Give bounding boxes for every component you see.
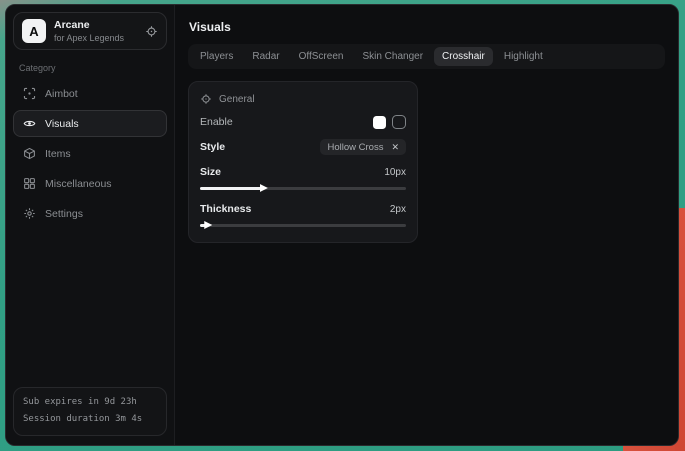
page-title: Visuals — [189, 20, 665, 34]
enable-row: Enable — [200, 115, 406, 129]
size-setting: Size 10px — [200, 166, 406, 192]
profile-text: Arcane for Apex Legends — [54, 19, 137, 43]
sidebar-item-label: Settings — [45, 208, 83, 220]
sidebar-item-aimbot[interactable]: Aimbot — [13, 80, 167, 107]
sidebar-item-label: Aimbot — [45, 88, 78, 100]
size-label: Size — [200, 166, 221, 178]
style-label: Style — [200, 141, 225, 153]
sidebar: A Arcane for Apex Legends Category — [6, 5, 175, 445]
sub-expires-text: Sub expires in 9d 23h — [23, 394, 157, 412]
sidebar-item-miscellaneous[interactable]: Miscellaneous — [13, 170, 167, 197]
thickness-setting: Thickness 2px — [200, 203, 406, 229]
thickness-value: 2px — [390, 204, 406, 215]
slider-handle[interactable] — [260, 184, 268, 192]
tab-skin-changer[interactable]: Skin Changer — [354, 47, 431, 66]
size-slider[interactable] — [200, 184, 406, 192]
panel-header: General — [200, 93, 406, 105]
crosshair-icon — [200, 93, 212, 105]
sidebar-item-settings[interactable]: Settings — [13, 200, 167, 227]
app-name: Arcane — [54, 19, 137, 31]
thickness-slider[interactable] — [200, 221, 406, 229]
items-icon — [23, 147, 36, 160]
tab-crosshair[interactable]: Crosshair — [434, 47, 493, 66]
style-row: Style Hollow Cross ✕ — [200, 139, 406, 155]
profile-card: A Arcane for Apex Legends — [13, 12, 167, 50]
enable-controls — [373, 115, 406, 129]
color-swatch[interactable] — [373, 116, 386, 129]
subscription-info: Sub expires in 9d 23h Session duration 3… — [13, 387, 167, 436]
tab-radar[interactable]: Radar — [244, 47, 287, 66]
slider-fill — [200, 224, 208, 227]
slider-handle[interactable] — [204, 221, 212, 229]
arcane-overlay-window: A Arcane for Apex Legends Category — [5, 4, 679, 446]
slider-track — [200, 224, 406, 227]
tab-bar: Players Radar OffScreen Skin Changer Cro… — [188, 44, 665, 69]
session-duration-text: Session duration 3m 4s — [23, 411, 157, 429]
size-value: 10px — [384, 167, 406, 178]
crosshair-icon[interactable] — [145, 25, 158, 38]
general-panel: General Enable Style Hollow Cross ✕ — [188, 81, 418, 243]
style-chip-value: Hollow Cross — [327, 142, 383, 153]
app-subtitle: for Apex Legends — [54, 33, 137, 43]
tab-offscreen[interactable]: OffScreen — [291, 47, 352, 66]
slider-fill — [200, 187, 264, 190]
sidebar-item-label: Visuals — [45, 118, 79, 130]
visuals-icon — [23, 117, 36, 130]
close-icon[interactable]: ✕ — [391, 143, 399, 152]
sidebar-item-items[interactable]: Items — [13, 140, 167, 167]
panel-title: General — [219, 94, 255, 105]
aimbot-icon — [23, 87, 36, 100]
tab-highlight[interactable]: Highlight — [496, 47, 551, 66]
app-logo: A — [22, 19, 46, 43]
miscellaneous-icon — [23, 177, 36, 190]
category-label: Category — [19, 63, 161, 73]
enable-label: Enable — [200, 116, 233, 128]
style-chip[interactable]: Hollow Cross ✕ — [320, 139, 406, 155]
desktop-background: A Arcane for Apex Legends Category — [0, 0, 685, 451]
settings-icon — [23, 207, 36, 220]
enable-checkbox[interactable] — [392, 115, 406, 129]
main-content: Visuals Players Radar OffScreen Skin Cha… — [175, 5, 678, 445]
tab-players[interactable]: Players — [192, 47, 241, 66]
sidebar-item-label: Items — [45, 148, 71, 160]
sidebar-item-label: Miscellaneous — [45, 178, 112, 190]
sidebar-item-visuals[interactable]: Visuals — [13, 110, 167, 137]
thickness-label: Thickness — [200, 203, 251, 215]
